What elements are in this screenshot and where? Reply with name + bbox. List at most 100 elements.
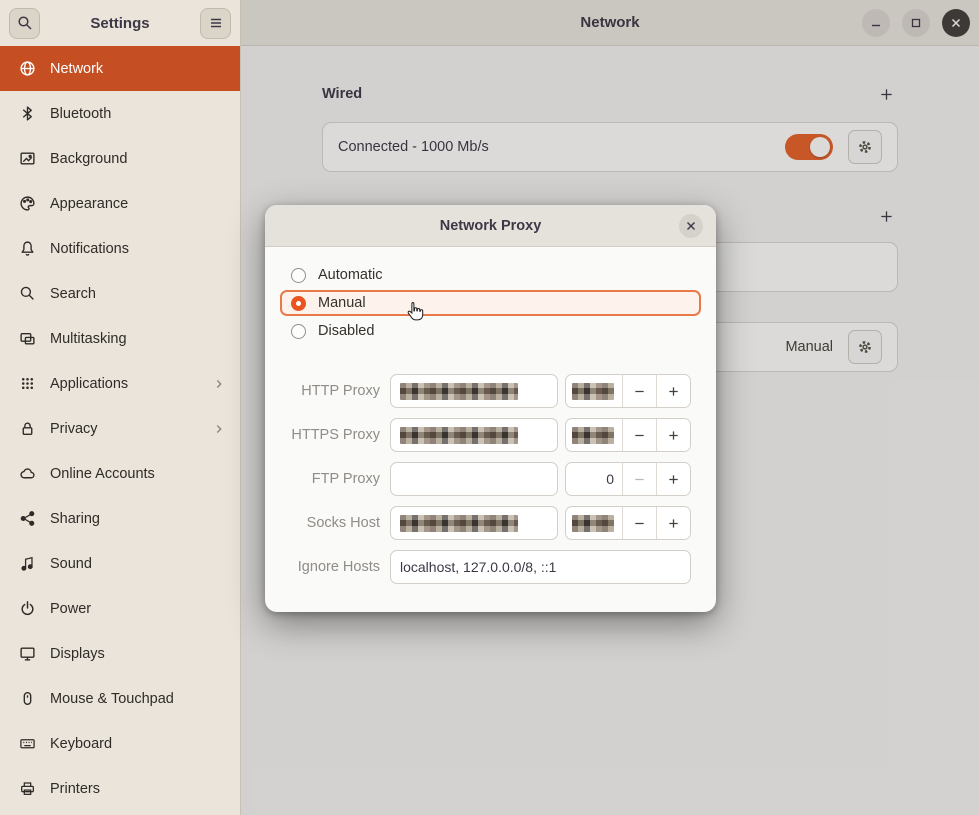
palette-icon [19,195,36,212]
cloud-icon [19,465,36,482]
redacted-port-value [572,515,614,532]
sidebar-item-sound[interactable]: Sound [0,541,240,586]
option-automatic[interactable]: Automatic [280,262,701,288]
power-icon [19,600,36,617]
socks-host-input[interactable] [390,506,558,540]
option-label: Automatic [318,267,382,283]
sidebar-item-network[interactable]: Network [0,46,240,91]
sidebar-item-label: Printers [50,781,100,797]
dialog-close-button[interactable] [679,214,703,238]
socks-port-spinner [565,506,691,540]
decrement-button[interactable] [622,507,656,539]
search-button[interactable] [9,8,40,39]
https-proxy-label: HTTPS Proxy [280,427,380,443]
sidebar-item-power[interactable]: Power [0,586,240,631]
ignore-hosts-field [390,550,691,584]
sidebar-item-applications[interactable]: Applications [0,361,240,406]
sidebar-item-appearance[interactable]: Appearance [0,181,240,226]
sidebar-item-printers[interactable]: Printers [0,766,240,811]
socks-host-row: Socks Host [280,506,691,540]
settings-window: Settings Network [0,0,979,815]
ftp-proxy-port-value[interactable]: 0 [566,463,622,495]
monitor-icon [19,645,36,662]
chevron-right-icon [212,377,226,391]
https-proxy-port-value[interactable] [566,419,622,451]
http-proxy-port-value[interactable] [566,375,622,407]
sidebar-item-label: Sound [50,556,92,572]
ignore-hosts-input[interactable] [400,559,681,575]
sidebar-nav: Network Bluetooth Background [0,46,240,815]
decrement-button[interactable] [622,463,656,495]
app-title: Settings [90,15,149,32]
sidebar-item-label: Keyboard [50,736,112,752]
sidebar-item-label: Sharing [50,511,100,527]
bell-icon [19,240,36,257]
share-icon [19,510,36,527]
increment-button[interactable] [656,463,690,495]
https-proxy-input[interactable] [390,418,558,452]
photo-icon [19,150,36,167]
sidebar-item-label: Power [50,601,91,617]
hamburger-icon [208,15,224,31]
https-proxy-port-spinner [565,418,691,452]
redacted-host-value [400,515,518,532]
sidebar-item-displays[interactable]: Displays [0,631,240,676]
sidebar-item-sharing[interactable]: Sharing [0,496,240,541]
lock-icon [19,420,36,437]
sidebar-item-bluetooth[interactable]: Bluetooth [0,91,240,136]
ftp-proxy-port-spinner: 0 [565,462,691,496]
printer-icon [19,780,36,797]
keyboard-icon [19,735,36,752]
sidebar-item-search[interactable]: Search [0,271,240,316]
app-grid-icon [19,375,36,392]
sidebar-item-notifications[interactable]: Notifications [0,226,240,271]
increment-button[interactable] [656,375,690,407]
bluetooth-icon [19,105,36,122]
sidebar-item-label: Displays [50,646,105,662]
ftp-proxy-row: FTP Proxy 0 [280,462,691,496]
close-icon [685,220,697,232]
radio-icon [291,324,306,339]
ignore-hosts-row: Ignore Hosts [280,550,691,584]
sidebar-item-label: Privacy [50,421,98,437]
sidebar-item-online-accounts[interactable]: Online Accounts [0,451,240,496]
network-proxy-dialog: Network Proxy Automatic Manual Disa [265,205,716,612]
radio-icon [291,268,306,283]
ignore-hosts-label: Ignore Hosts [280,559,380,575]
option-disabled[interactable]: Disabled [280,318,701,344]
sidebar-item-label: Network [50,61,103,77]
socks-port-value[interactable] [566,507,622,539]
chevron-right-icon [212,422,226,436]
sidebar-item-label: Applications [50,376,128,392]
windows-icon [19,330,36,347]
sidebar-item-label: Mouse & Touchpad [50,691,174,707]
main-area: Network Wired [241,0,979,815]
option-manual[interactable]: Manual [280,290,701,316]
menu-button[interactable] [200,8,231,39]
dialog-title: Network Proxy [440,218,542,234]
mouse-icon [19,690,36,707]
radio-checked-icon [291,296,306,311]
increment-button[interactable] [656,507,690,539]
sidebar-item-mouse-touchpad[interactable]: Mouse & Touchpad [0,676,240,721]
sidebar-header: Settings [0,0,240,46]
http-proxy-label: HTTP Proxy [280,383,380,399]
ftp-proxy-input[interactable] [390,462,558,496]
http-proxy-row: HTTP Proxy [280,374,691,408]
sidebar-item-keyboard[interactable]: Keyboard [0,721,240,766]
http-proxy-input[interactable] [390,374,558,408]
sidebar-item-privacy[interactable]: Privacy [0,406,240,451]
https-proxy-row: HTTPS Proxy [280,418,691,452]
sidebar-item-label: Bluetooth [50,106,111,122]
decrement-button[interactable] [622,419,656,451]
proxy-mode-options: Automatic Manual Disabled [265,247,716,344]
globe-icon [19,60,36,77]
redacted-host-value [400,427,518,444]
option-label: Disabled [318,323,374,339]
increment-button[interactable] [656,419,690,451]
sidebar-item-multitasking[interactable]: Multitasking [0,316,240,361]
sidebar-item-background[interactable]: Background [0,136,240,181]
sidebar-item-label: Appearance [50,196,128,212]
magnifier-icon [19,285,36,302]
decrement-button[interactable] [622,375,656,407]
